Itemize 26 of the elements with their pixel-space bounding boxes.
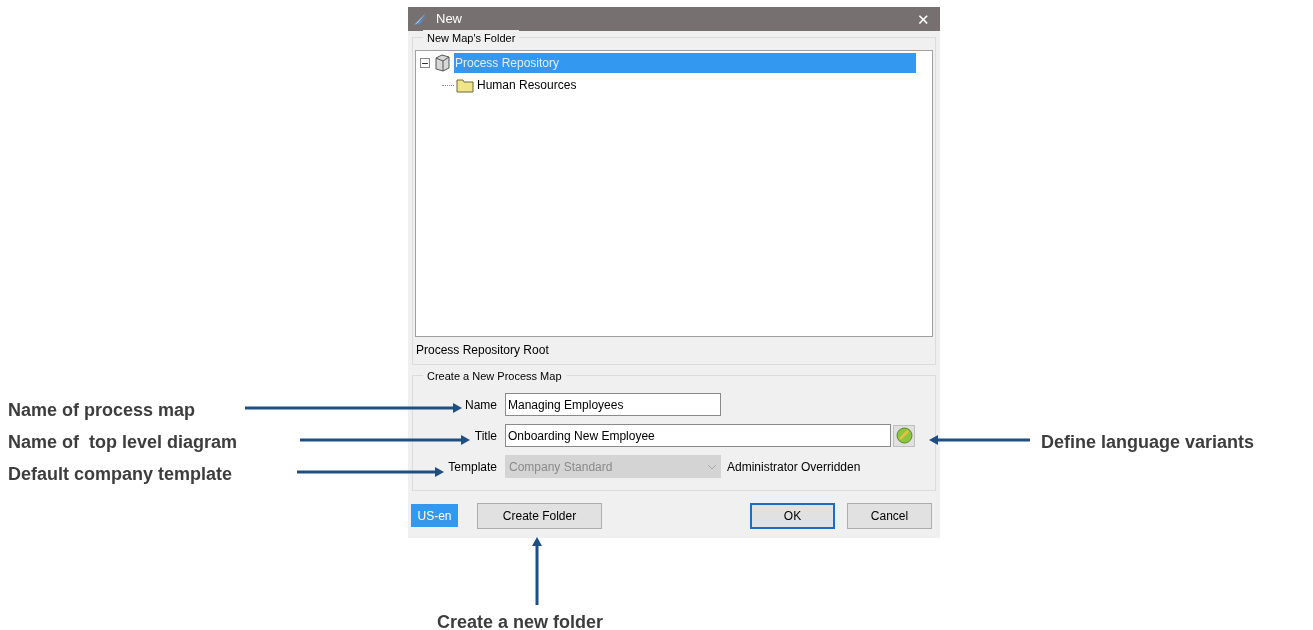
field-label: Template: [447, 458, 498, 476]
globe-button[interactable]: [893, 424, 915, 447]
callout-text: Name of process map: [8, 399, 196, 422]
override-note: Administrator Overridden: [727, 458, 861, 476]
callout-text: Define language variants: [1041, 431, 1255, 454]
name-field[interactable]: Managing Employees: [505, 393, 721, 416]
group-label: New Map's Folder: [423, 30, 520, 47]
database-icon: [432, 53, 452, 73]
field-label: Title: [473, 427, 498, 445]
chevron-down-icon: [707, 463, 717, 470]
collapse-toggle[interactable]: [420, 58, 430, 68]
dialog-button[interactable]: Cancel: [847, 502, 932, 529]
selected-path: Process Repository Root: [415, 342, 550, 359]
callout-text: Default company template: [8, 463, 233, 486]
close-button[interactable]: ✕: [911, 11, 936, 27]
dialog-button[interactable]: OK: [750, 502, 835, 529]
callout-text: Name of top level diagram: [8, 431, 238, 454]
callout-arrow: [532, 537, 542, 605]
tree-item[interactable]: Human Resources: [476, 75, 578, 95]
globe-icon: [895, 427, 913, 444]
window-title: New: [436, 10, 463, 29]
title-field[interactable]: Onboarding New Employee: [505, 424, 891, 447]
field-label: Name: [464, 396, 498, 414]
callout-text: Create a new folder: [437, 611, 604, 630]
folder-icon: [456, 77, 474, 93]
dialog-button[interactable]: Create Folder: [477, 502, 602, 529]
